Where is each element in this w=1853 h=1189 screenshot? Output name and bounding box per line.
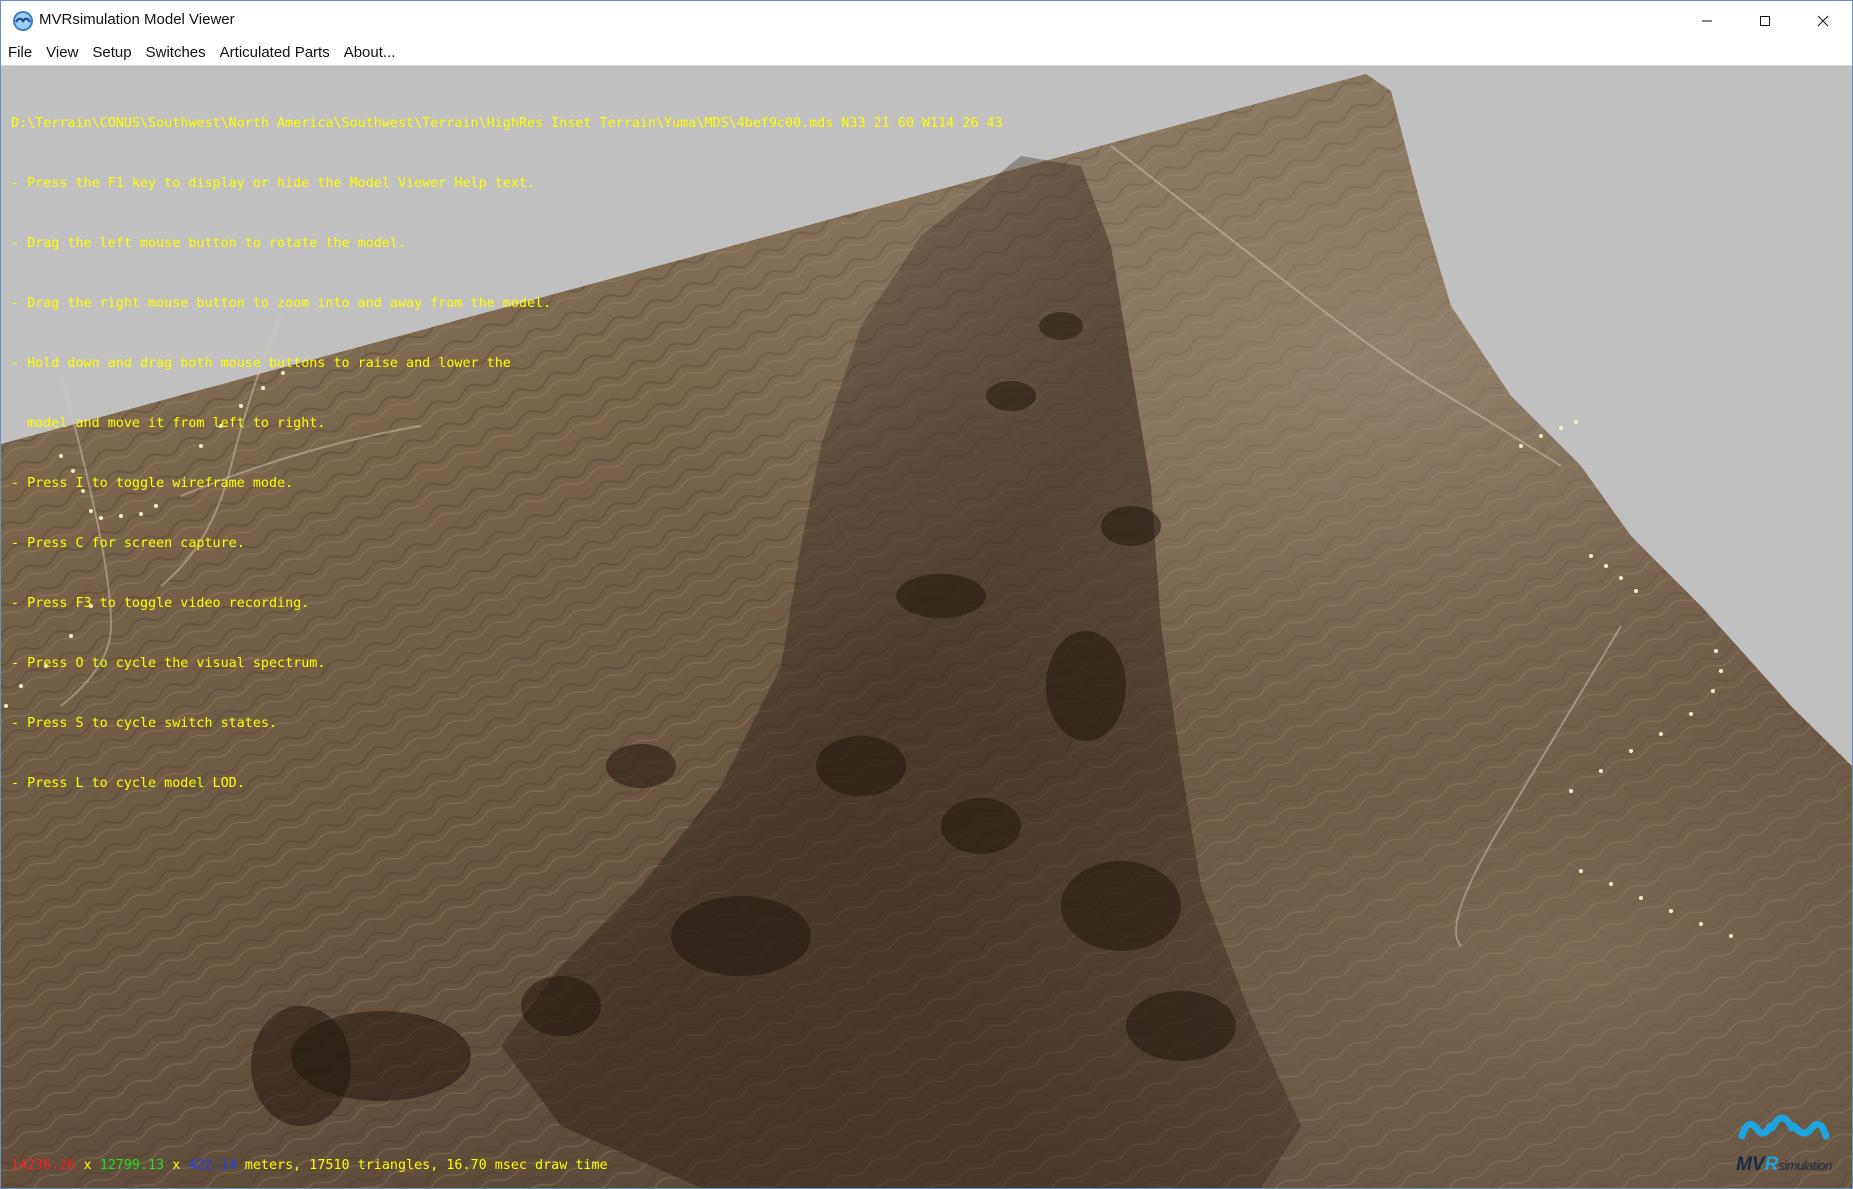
help-line: - Drag the left mouse button to rotate t… <box>11 236 407 251</box>
mvr-logo: MVRsimulation <box>1728 1106 1840 1176</box>
minimize-button[interactable] <box>1678 1 1736 40</box>
menu-setup[interactable]: Setup <box>87 42 136 63</box>
model-stats-readout: 14236.26 x 12799.13 x 422.14 meters, 175… <box>11 1156 608 1176</box>
3d-viewport[interactable]: D:\Terrain\CONUS\Southwest\North America… <box>1 66 1852 1188</box>
menu-switches[interactable]: Switches <box>141 42 211 63</box>
help-line: - Drag the right mouse button to zoom in… <box>11 296 552 311</box>
menu-view[interactable]: View <box>41 42 83 63</box>
help-line: model and move it from left to right. <box>11 416 326 431</box>
mvr-logo-wordmark: MVRsimulation <box>1736 1154 1832 1175</box>
model-path-line: D:\Terrain\CONUS\Southwest\North America… <box>11 116 1003 131</box>
menu-file[interactable]: File <box>3 42 37 63</box>
separator: x <box>164 1158 189 1173</box>
menu-bar: File View Setup Switches Articulated Par… <box>1 40 1852 66</box>
menu-articulated-parts[interactable]: Articulated Parts <box>215 42 335 63</box>
maximize-icon <box>1760 15 1770 26</box>
minimize-icon <box>1702 20 1712 21</box>
help-line: - Press F3 to toggle video recording. <box>11 596 310 611</box>
close-icon <box>1817 15 1829 26</box>
help-text-overlay: D:\Terrain\CONUS\Southwest\North America… <box>11 74 1003 834</box>
close-button[interactable] <box>1794 1 1852 40</box>
separator: x <box>75 1158 100 1173</box>
x-extent-value: 14236.26 <box>11 1158 76 1173</box>
z-extent-value: 422.14 <box>188 1158 237 1173</box>
window-title: MVRsimulation Model Viewer <box>39 11 235 28</box>
maximize-button[interactable] <box>1736 1 1794 40</box>
help-line: - Press S to cycle switch states. <box>11 716 278 731</box>
stats-summary: meters, 17510 triangles, 16.70 msec draw… <box>236 1158 608 1173</box>
y-extent-value: 12799.13 <box>99 1158 165 1173</box>
help-line: - Press O to cycle the visual spectrum. <box>11 656 326 671</box>
help-line: - Hold down and drag both mouse buttons … <box>11 356 511 371</box>
mvr-app-icon <box>13 11 33 31</box>
mvr-logo-icon <box>1738 1114 1830 1140</box>
menu-about[interactable]: About... <box>339 42 401 63</box>
title-bar[interactable]: MVRsimulation Model Viewer <box>1 1 1852 40</box>
help-line: - Press I to toggle wireframe mode. <box>11 476 294 491</box>
help-line: - Press C for screen capture. <box>11 536 245 551</box>
help-line: - Press the F1 key to display or hide th… <box>11 176 536 191</box>
app-window: MVRsimulation Model Viewer File View Set… <box>0 0 1853 1189</box>
help-line: - Press L to cycle model LOD. <box>11 776 245 791</box>
